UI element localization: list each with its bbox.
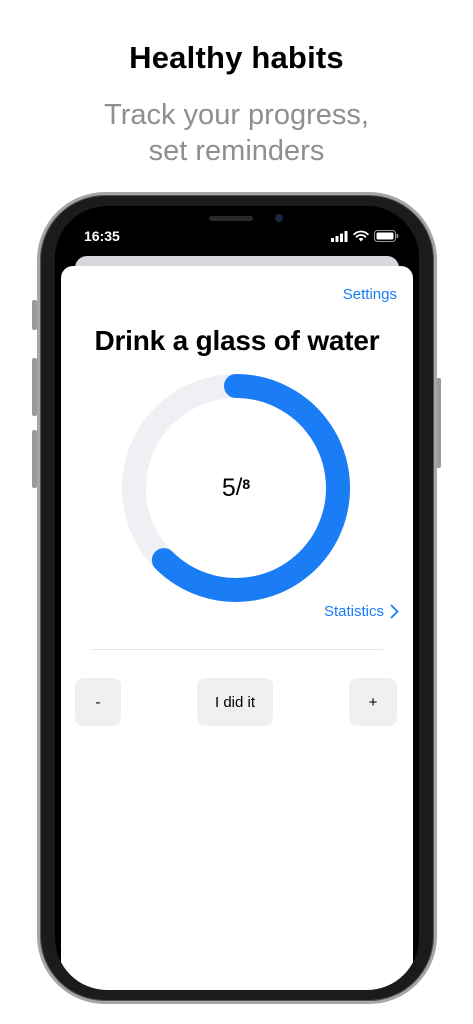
promo-subline-line-1: Track your progress, xyxy=(104,99,369,131)
phone-screen: 16:35 Settings Drink a glass of water 5/… xyxy=(55,206,419,990)
battery-icon xyxy=(374,230,399,242)
statistics-button[interactable]: Statistics xyxy=(324,603,399,620)
statistics-label: Statistics xyxy=(323,603,384,620)
chevron-right-icon xyxy=(390,604,399,619)
decrement-button[interactable]: - xyxy=(75,678,121,726)
promo-subline-line-2: set reminders xyxy=(148,135,325,167)
camera-icon xyxy=(209,214,283,222)
habit-sheet: Settings Drink a glass of water 5/8 Stat… xyxy=(61,266,413,990)
progress-slash: / xyxy=(235,474,243,501)
promo-headline: Healthy habits xyxy=(129,40,344,75)
notch xyxy=(159,206,315,236)
i-did-it-button[interactable]: I did it xyxy=(197,678,273,726)
wifi-icon xyxy=(353,230,369,242)
progress-goal: 8 xyxy=(242,476,251,492)
increment-button[interactable]: + xyxy=(349,678,397,726)
settings-button[interactable]: Settings xyxy=(343,286,397,303)
status-icons xyxy=(331,230,399,242)
cellular-signal-icon xyxy=(331,230,348,242)
promo-subline: Track your progress, set reminders xyxy=(0,97,473,169)
progress-count: 5/8 xyxy=(120,372,352,604)
status-time: 16:35 xyxy=(84,228,120,244)
progress-done: 5 xyxy=(221,473,236,502)
habit-title: Drink a glass of water xyxy=(94,325,380,356)
divider xyxy=(91,649,383,650)
